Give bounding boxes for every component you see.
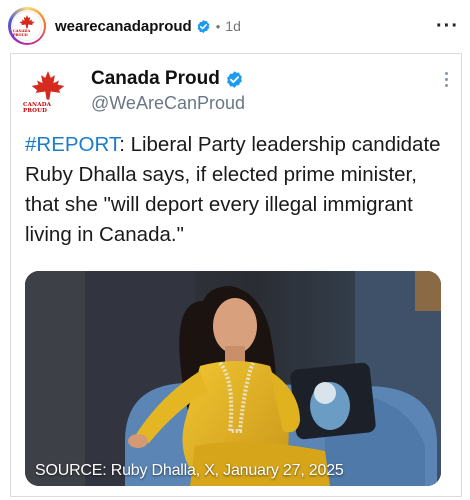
tweet-card[interactable]: CANADA PROUD Canada Proud @WeAreCanProud… — [10, 53, 462, 497]
display-name-text: Canada Proud — [91, 68, 220, 89]
more-options-button[interactable]: ··· — [436, 15, 463, 38]
tweet-text: #REPORT: Liberal Party leadership candid… — [25, 130, 449, 250]
avatar-logo: CANADA PROUD — [12, 11, 42, 41]
maple-leaf-icon — [19, 15, 35, 29]
logo-text: CANADA PROUD — [23, 101, 52, 114]
tweet-display-name[interactable]: Canada Proud — [91, 68, 244, 90]
verified-badge-icon — [197, 19, 210, 33]
avatar-logo-text: CANADA PROUD — [13, 29, 31, 37]
post-username[interactable]: wearecanadaproud — [55, 18, 192, 35]
tweet-media-image[interactable]: SOURCE: Ruby Dhalla, X, January 27, 2025 — [25, 271, 441, 486]
maple-leaf-icon — [31, 70, 65, 100]
tweet-handle[interactable]: @WeAreCanProud — [91, 93, 245, 114]
more-dots-icon[interactable] — [443, 72, 449, 87]
tweet-header: CANADA PROUD Canada Proud @WeAreCanProud — [23, 66, 449, 116]
hashtag-link[interactable]: #REPORT — [25, 133, 119, 156]
post-timestamp[interactable]: 1d — [225, 18, 241, 34]
avatar[interactable]: CANADA PROUD — [8, 7, 46, 45]
media-caption: SOURCE: Ruby Dhalla, X, January 27, 2025 — [35, 462, 344, 479]
tweet-author-logo[interactable]: CANADA PROUD — [23, 70, 73, 114]
verified-badge-icon — [226, 70, 242, 88]
photo-illustration — [25, 271, 441, 486]
post-header: CANADA PROUD wearecanadaproud • 1d ··· — [8, 6, 463, 46]
separator-dot: • — [215, 18, 221, 34]
